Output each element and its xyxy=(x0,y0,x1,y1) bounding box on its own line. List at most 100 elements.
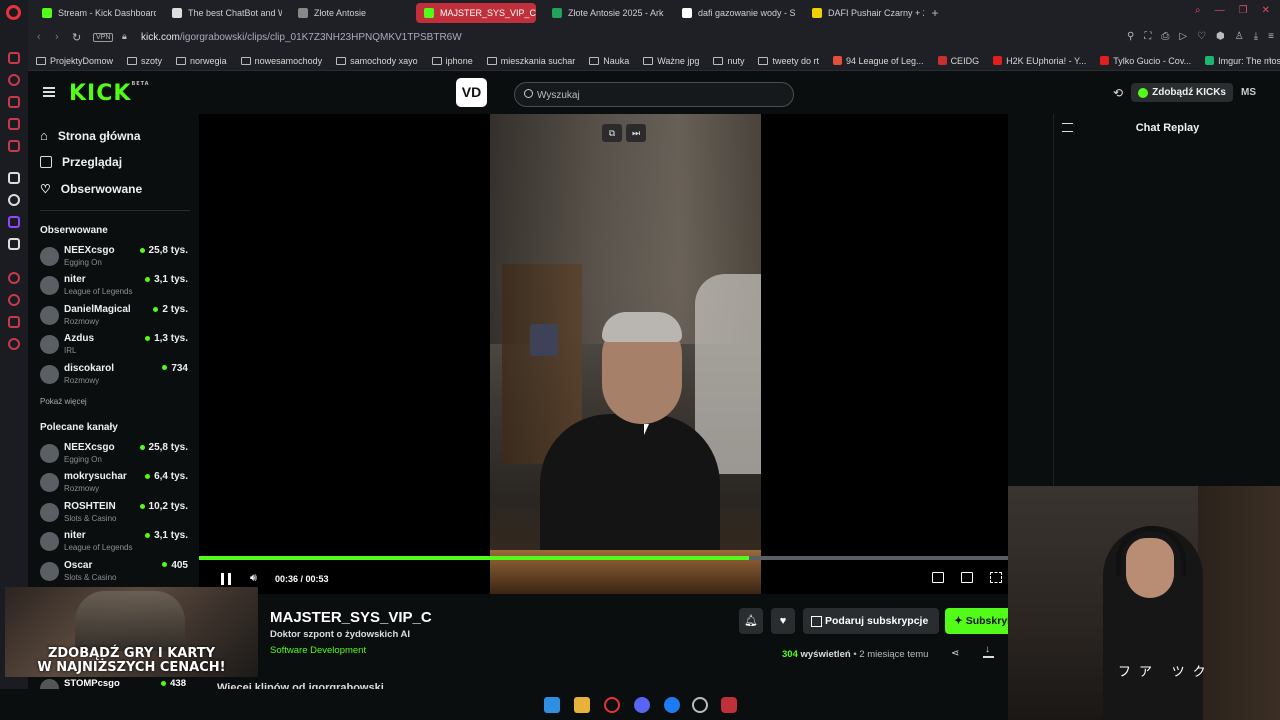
progress-bar[interactable] xyxy=(199,556,1008,560)
fullscreen-icon[interactable] xyxy=(990,572,1002,583)
kick-logo[interactable]: KICKBETA xyxy=(69,81,150,106)
clip-frame[interactable]: ⧉ ⏭ xyxy=(490,114,761,594)
messenger-icon[interactable] xyxy=(664,697,680,713)
follow-heart-icon[interactable]: ♥ xyxy=(771,608,795,634)
x-icon[interactable] xyxy=(8,238,20,250)
bookmark-item[interactable]: Ważne jpg xyxy=(643,56,699,66)
windows-start-icon[interactable] xyxy=(544,697,560,713)
vd-button[interactable]: VD xyxy=(456,78,487,107)
sidebar-app-icon[interactable] xyxy=(8,316,20,328)
file-explorer-icon[interactable] xyxy=(574,697,590,713)
more-bookmarks-icon[interactable]: › xyxy=(1269,54,1272,65)
bookmark-item[interactable]: ProjektyDomow xyxy=(36,56,113,66)
bookmark-item[interactable]: CEIDG xyxy=(937,56,979,66)
sidebar-app-icon[interactable] xyxy=(8,118,20,130)
profile-icon[interactable]: ♙ xyxy=(1235,31,1244,42)
pin-icon[interactable]: ⚲ xyxy=(1127,31,1134,42)
sidebar-app-icon[interactable] xyxy=(8,272,20,284)
search-tabs-icon[interactable]: ⌕ xyxy=(1195,5,1201,16)
channel-item[interactable]: Oscar Slots & Casino 405 xyxy=(40,558,188,586)
user-avatar[interactable]: MS xyxy=(1241,87,1256,98)
channel-item[interactable]: NEEXcsgo Egging On 25,8 tys. xyxy=(40,243,188,271)
minimize-icon[interactable]: — xyxy=(1215,5,1225,16)
menu-icon[interactable]: ≡ xyxy=(1268,31,1274,42)
browser-tab[interactable]: The best ChatBot and W xyxy=(164,3,282,23)
opera-logo-icon[interactable] xyxy=(6,5,21,20)
clip-category[interactable]: Software Development xyxy=(270,645,366,656)
heart-icon[interactable]: ♡ xyxy=(1197,31,1206,42)
url-field[interactable]: kick.com/igorgrabowski/clips/clip_01K7Z3… xyxy=(141,32,462,43)
next-icon[interactable]: ⏭ xyxy=(626,124,646,142)
volume-icon[interactable]: 🔊︎ xyxy=(250,572,257,585)
download-clip-icon[interactable] xyxy=(983,644,994,658)
bookmark-item[interactable]: Tylko Gucio - Cov... xyxy=(1100,56,1191,66)
bookmark-item[interactable]: norwegia xyxy=(176,56,227,66)
pause-icon[interactable] xyxy=(221,573,231,585)
obs-icon[interactable] xyxy=(692,697,708,713)
notification-bell-icon[interactable]: 🔔︎ xyxy=(739,608,763,634)
channel-item[interactable]: NEEXcsgo Egging On 25,8 tys. xyxy=(40,440,188,468)
sidebar-app-icon[interactable] xyxy=(8,194,20,206)
sidebar-app-icon[interactable] xyxy=(8,172,20,184)
history-icon[interactable] xyxy=(8,294,20,306)
nav-following[interactable]: ♡ Obserwowane xyxy=(40,182,142,196)
video-player[interactable]: ⧉ ⏭ 🔊︎ 00:36 / 00:53 xyxy=(199,114,1008,594)
bookmark-item[interactable]: nuty xyxy=(713,56,744,66)
channel-item[interactable]: discokarol Rozmowy 734 xyxy=(40,361,188,389)
search-box[interactable] xyxy=(514,82,794,107)
browser-tab[interactable]: Złote Antosie 2025 - Ark xyxy=(544,3,666,23)
ad-banner[interactable]: ZDOBĄDŹ GRY I KARTY W NAJNIŻSZYCH CENACH! xyxy=(5,587,258,677)
camera-icon[interactable]: ⎙ xyxy=(1161,31,1169,42)
sidebar-app-icon[interactable] xyxy=(8,74,20,86)
nav-browse[interactable]: Przeglądaj xyxy=(40,155,122,169)
gift-subscription-button[interactable]: Podaruj subskrypcje xyxy=(803,608,939,634)
sidebar-app-icon[interactable] xyxy=(8,52,20,64)
sidebar-app-icon[interactable] xyxy=(8,96,20,108)
vpn-badge[interactable]: VPN xyxy=(93,33,114,42)
pip-icon[interactable]: ⧉ xyxy=(602,124,622,142)
sidebar-app-icon[interactable] xyxy=(8,140,20,152)
refresh-icon[interactable]: ⟲ xyxy=(1113,86,1123,100)
screenshot-icon[interactable]: ⛶ xyxy=(1144,31,1151,42)
discord-icon[interactable] xyxy=(634,697,650,713)
back-icon[interactable]: ‹ xyxy=(37,31,41,43)
bookmark-item[interactable]: samochody xayo xyxy=(336,56,418,66)
bookmark-item[interactable]: szoty xyxy=(127,56,162,66)
channel-item[interactable]: niter League of Legends 3,1 tys. xyxy=(40,528,188,556)
bookmark-item[interactable]: nowesamochody xyxy=(240,56,322,66)
forward-icon[interactable]: › xyxy=(55,31,59,43)
channel-item[interactable]: mokrysuchar Rozmowy 6,4 tys. xyxy=(40,469,188,497)
settings-icon[interactable] xyxy=(8,338,20,350)
channel-item[interactable]: Azdus IRL 1,3 tys. xyxy=(40,331,188,359)
nav-home[interactable]: ⌂ Strona główna xyxy=(40,128,141,143)
extensions-icon[interactable]: ⬢ xyxy=(1216,31,1225,42)
bookmark-item[interactable]: tweety do rt xyxy=(758,56,819,66)
get-kicks-button[interactable]: Zdobądź KICKs xyxy=(1131,83,1233,102)
hamburger-menu-icon[interactable] xyxy=(43,87,55,97)
channel-item[interactable]: ROSHTEIN Slots & Casino 10,2 tys. xyxy=(40,499,188,527)
maximize-icon[interactable]: ❐ xyxy=(1239,5,1248,16)
twitch-icon[interactable] xyxy=(8,216,20,228)
opera-taskbar-icon[interactable] xyxy=(604,697,620,713)
download-icon[interactable]: ⤓ xyxy=(1254,31,1258,42)
bookmark-item[interactable]: iphone xyxy=(431,56,473,66)
search-input[interactable] xyxy=(537,87,777,103)
subscribe-button[interactable]: ✦ Subskrybuj xyxy=(945,608,1008,634)
bookmark-item[interactable]: mieszkania suchar xyxy=(486,56,575,66)
show-more-link[interactable]: Pokaż więcej xyxy=(40,397,87,406)
browser-tab[interactable]: MAJSTER_SYS_VIP_C✕ xyxy=(416,3,536,23)
app-icon[interactable] xyxy=(721,697,737,713)
play-icon[interactable]: ▷ xyxy=(1179,31,1187,42)
miniplayer-icon[interactable] xyxy=(932,572,944,583)
browser-tab[interactable]: DAFI Pushair Czarny + 2 ( xyxy=(804,3,924,23)
sidebar-channel-partial[interactable]: STOMPcsgo 438 xyxy=(28,677,199,698)
channel-item[interactable]: niter League of Legends 3,1 tys. xyxy=(40,272,188,300)
reload-icon[interactable]: ↻ xyxy=(72,31,81,44)
bookmark-item[interactable]: Nauka xyxy=(589,56,629,66)
theater-mode-icon[interactable] xyxy=(961,572,973,583)
bookmark-item[interactable]: H2K EUphoria! - Y... xyxy=(993,56,1086,66)
channel-item[interactable]: DanielMagical Rozmowy 2 tys. xyxy=(40,302,188,330)
browser-tab[interactable]: Stream - Kick Dashboard xyxy=(34,3,156,23)
new-tab-button[interactable]: + xyxy=(928,3,942,23)
close-window-icon[interactable]: ✕ xyxy=(1262,5,1270,16)
